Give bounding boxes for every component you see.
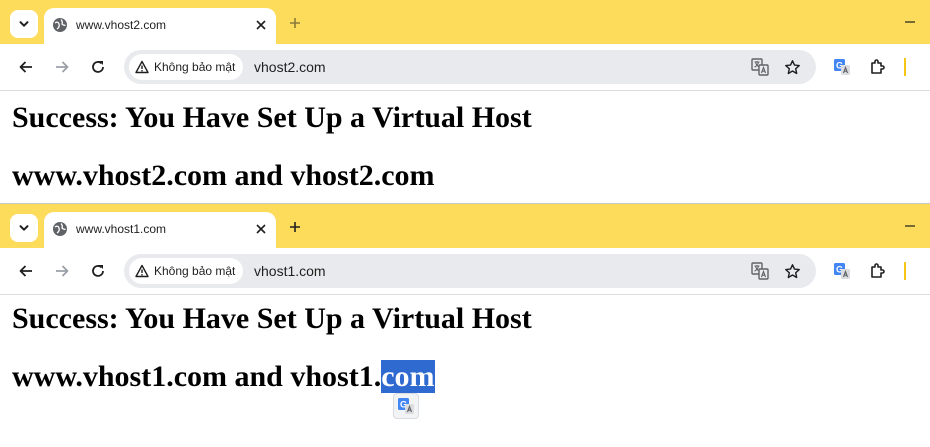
minimize-icon [905, 21, 915, 23]
globe-icon [53, 18, 67, 32]
address-bar[interactable]: Không bảo mật vhost1.com [124, 254, 816, 288]
bookmark-button[interactable] [781, 56, 803, 78]
forward-button[interactable] [50, 55, 74, 79]
translate-icon [751, 262, 769, 280]
page-heading: Success: You Have Set Up a Virtual Host [12, 101, 532, 134]
tab-strip: www.vhost2.com [0, 0, 930, 44]
warning-icon [135, 60, 149, 74]
back-arrow-icon [19, 265, 32, 277]
tab-title: www.vhost1.com [76, 222, 167, 236]
translate-button[interactable] [749, 56, 771, 78]
reload-icon [92, 265, 104, 277]
back-arrow-icon [19, 61, 32, 73]
tab-active[interactable]: www.vhost1.com [44, 212, 276, 248]
forward-arrow-icon [56, 265, 69, 277]
toolbar: Không bảo mật vhost2.com G [0, 44, 930, 90]
new-tab-button[interactable] [285, 13, 305, 33]
address-bar[interactable]: Không bảo mật vhost2.com [124, 50, 816, 84]
tab-search-button[interactable] [10, 214, 38, 242]
forward-button[interactable] [50, 259, 74, 283]
google-translate-icon: G [834, 263, 850, 279]
tab-strip: www.vhost1.com [0, 204, 930, 248]
close-icon [256, 20, 266, 30]
host-line-text: www.vhost1.com and vhost1. [12, 360, 382, 393]
toolbar-divider [0, 294, 930, 295]
tab-search-button[interactable] [10, 10, 38, 38]
plus-icon [290, 222, 300, 232]
reload-button[interactable] [86, 55, 110, 79]
toolbar-separator [904, 262, 906, 280]
chevron-down-icon [19, 225, 29, 231]
forward-arrow-icon [56, 61, 69, 73]
plus-icon [290, 18, 300, 28]
extensions-button[interactable] [866, 55, 890, 79]
reload-icon [92, 61, 104, 73]
star-icon [784, 263, 800, 278]
extensions-icon [871, 263, 885, 278]
globe-icon [53, 222, 67, 236]
tab-close-button[interactable] [252, 16, 270, 34]
security-label: Không bảo mật [154, 264, 236, 278]
reload-button[interactable] [86, 259, 110, 283]
translate-selection-button[interactable]: G [393, 393, 419, 419]
toolbar-separator [904, 58, 906, 76]
browser-window-vhost2: www.vhost2.com Không bảo mật vhost2.com … [0, 0, 930, 202]
bookmark-button[interactable] [781, 260, 803, 282]
page-host-line: www.vhost2.com and vhost2.com [12, 159, 435, 192]
warning-icon [135, 264, 149, 278]
security-chip[interactable]: Không bảo mật [129, 54, 244, 80]
security-chip[interactable]: Không bảo mật [129, 258, 244, 284]
google-translate-extension[interactable]: G [830, 55, 854, 79]
minimize-button[interactable] [900, 216, 920, 236]
close-icon [256, 224, 266, 234]
chevron-down-icon [19, 21, 29, 27]
google-translate-icon: G [398, 398, 414, 414]
translate-icon [751, 58, 769, 76]
selected-text[interactable]: com [381, 360, 435, 393]
translate-button[interactable] [749, 260, 771, 282]
star-icon [784, 59, 800, 74]
back-button[interactable] [14, 259, 38, 283]
toolbar-divider [0, 90, 930, 91]
extensions-icon [871, 59, 885, 74]
security-label: Không bảo mật [154, 60, 236, 74]
tab-title: www.vhost2.com [76, 18, 167, 32]
tab-close-button[interactable] [252, 220, 270, 238]
minimize-icon [905, 225, 915, 227]
browser-window-vhost1: www.vhost1.com Không bảo mật vhost1.com … [0, 203, 930, 447]
tab-active[interactable]: www.vhost2.com [44, 8, 276, 44]
url-text[interactable]: vhost1.com [254, 263, 326, 279]
page-host-line: www.vhost1.com and vhost1.com [12, 360, 435, 394]
toolbar: Không bảo mật vhost1.com G [0, 248, 930, 294]
extensions-button[interactable] [866, 259, 890, 283]
page-heading: Success: You Have Set Up a Virtual Host [12, 302, 532, 335]
new-tab-button[interactable] [285, 217, 305, 237]
minimize-button[interactable] [900, 12, 920, 32]
google-translate-icon: G [834, 59, 850, 75]
url-text[interactable]: vhost2.com [254, 59, 326, 75]
back-button[interactable] [14, 55, 38, 79]
google-translate-extension[interactable]: G [830, 259, 854, 283]
